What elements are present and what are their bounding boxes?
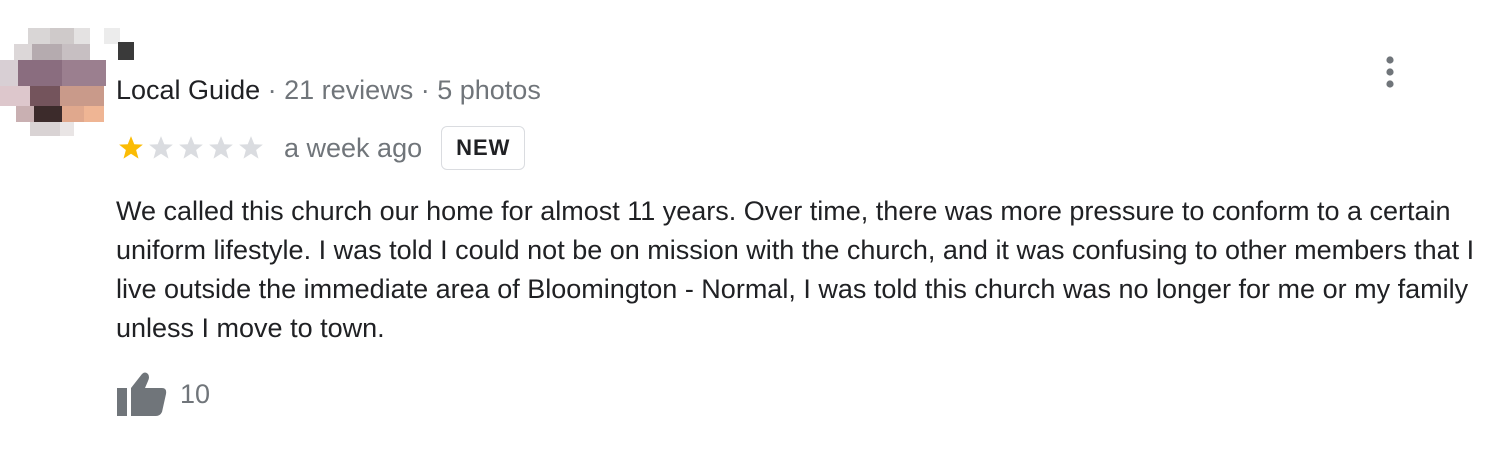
reviews-count: 21 reviews <box>284 75 414 105</box>
avatar-pixel <box>14 44 32 60</box>
avatar-pixel <box>30 122 60 136</box>
avatar-pixel <box>62 106 84 122</box>
star-empty-icon <box>179 136 203 159</box>
meta-separator: · <box>267 75 277 105</box>
star-empty-icon <box>239 136 263 159</box>
rating-row: a week ago NEW <box>116 124 526 172</box>
more-options-button[interactable] <box>1372 52 1408 92</box>
like-button[interactable]: 10 <box>114 370 210 418</box>
avatar[interactable] <box>0 28 134 136</box>
thumbs-up-icon <box>117 372 167 416</box>
avatar-pixel <box>30 86 60 106</box>
meta-separator: · <box>420 75 430 105</box>
avatar-pixel <box>62 60 106 86</box>
avatar-pixel <box>0 60 18 86</box>
more-vert-icon <box>1386 56 1394 88</box>
avatar-pixel <box>16 106 34 122</box>
avatar-pixel <box>0 86 30 106</box>
star-empty-icon <box>149 136 173 159</box>
star-empty-icon <box>209 136 233 159</box>
avatar-pixel <box>62 44 90 60</box>
star-filled-icon <box>119 136 143 159</box>
reviewer-meta: Local Guide · 21 reviews · 5 photos <box>116 72 541 108</box>
avatar-pixel <box>34 106 62 122</box>
avatar-pixel <box>18 60 62 86</box>
avatar-pixel <box>60 122 74 136</box>
star-rating <box>116 133 266 163</box>
review-time: a week ago <box>284 132 423 163</box>
avatar-pixel <box>84 106 104 122</box>
new-badge: NEW <box>441 126 526 170</box>
local-guide-label[interactable]: Local Guide <box>116 75 260 105</box>
avatar-pixel <box>32 44 62 60</box>
photos-count: 5 photos <box>437 75 541 105</box>
review-text: We called this church our home for almos… <box>116 196 1475 343</box>
avatar-pixel <box>60 86 104 106</box>
like-count: 10 <box>180 378 211 409</box>
avatar-pixel <box>118 42 134 60</box>
